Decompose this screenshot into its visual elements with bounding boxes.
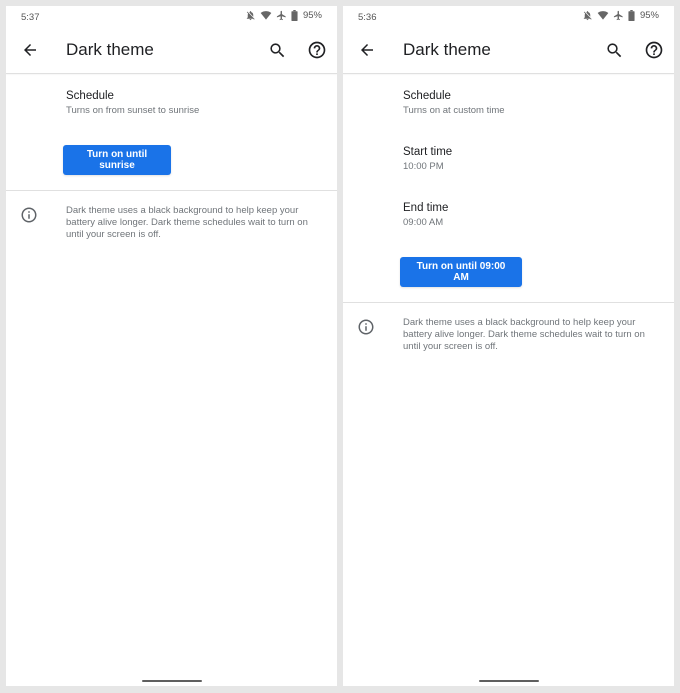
info-icon [358, 319, 374, 335]
airplane-mode-icon [276, 10, 287, 21]
footer-info-text: Dark theme uses a black background to he… [403, 317, 645, 352]
help-button[interactable] [642, 38, 666, 62]
status-time: 5:36 [358, 12, 377, 23]
preference-title: End time [403, 202, 449, 214]
preference-summary: 10:00 PM [403, 161, 444, 172]
help-icon [645, 41, 663, 59]
preference-summary: 09:00 AM [403, 217, 444, 228]
status-icons: 95% [245, 10, 322, 21]
status-bar: 5:36 95% [343, 6, 674, 28]
search-button[interactable] [265, 38, 289, 62]
app-bar: Dark theme [343, 28, 674, 74]
preference-summary: Turns on from sunset to sunrise [66, 105, 200, 116]
divider [6, 190, 337, 191]
notifications-off-icon [582, 10, 593, 21]
schedule-preference[interactable]: Schedule Turns on at custom time [343, 89, 674, 117]
gesture-nav-handle[interactable] [141, 680, 202, 682]
preference-summary: Turns on at custom time [403, 105, 505, 116]
status-bar: 5:37 95% [6, 6, 337, 28]
gesture-nav-handle[interactable] [478, 680, 539, 682]
preference-title: Schedule [66, 90, 114, 102]
battery-icon [291, 10, 298, 21]
end-time-preference[interactable]: End time 09:00 AM [343, 201, 674, 229]
wifi-icon [260, 10, 272, 21]
footer-info-text: Dark theme uses a black background to he… [66, 205, 308, 240]
notifications-off-icon [245, 10, 256, 21]
phone-screen-left: 5:37 95% Dark theme Schedule Turns on fr… [6, 6, 337, 686]
search-button[interactable] [602, 38, 626, 62]
arrow-back-icon [24, 44, 36, 56]
battery-percentage: 95% [302, 10, 322, 21]
start-time-preference[interactable]: Start time 10:00 PM [343, 145, 674, 173]
divider [343, 302, 674, 303]
status-icons: 95% [582, 10, 659, 21]
phone-screen-right: 5:36 95% Dark theme Schedule Turns on at… [343, 6, 674, 686]
preference-title: Start time [403, 146, 453, 158]
wifi-icon [597, 10, 609, 21]
battery-icon [628, 10, 635, 21]
search-icon [269, 42, 284, 57]
help-button[interactable] [305, 38, 329, 62]
battery-percentage: 95% [639, 10, 659, 21]
status-time: 5:37 [21, 12, 40, 23]
arrow-back-icon [361, 44, 373, 56]
turn-on-button[interactable]: Turn on until sunrise [63, 145, 171, 175]
search-icon [606, 42, 621, 57]
airplane-mode-icon [613, 10, 624, 21]
help-icon [308, 41, 326, 59]
turn-on-button[interactable]: Turn on until 09:00 AM [400, 257, 522, 287]
preference-title: Schedule [403, 90, 451, 102]
schedule-preference[interactable]: Schedule Turns on from sunset to sunrise [6, 89, 337, 117]
info-icon [21, 207, 37, 223]
page-title: Dark theme [66, 40, 154, 59]
app-bar: Dark theme [6, 28, 337, 74]
back-button[interactable] [355, 38, 379, 62]
page-title: Dark theme [403, 40, 491, 59]
back-button[interactable] [18, 38, 42, 62]
